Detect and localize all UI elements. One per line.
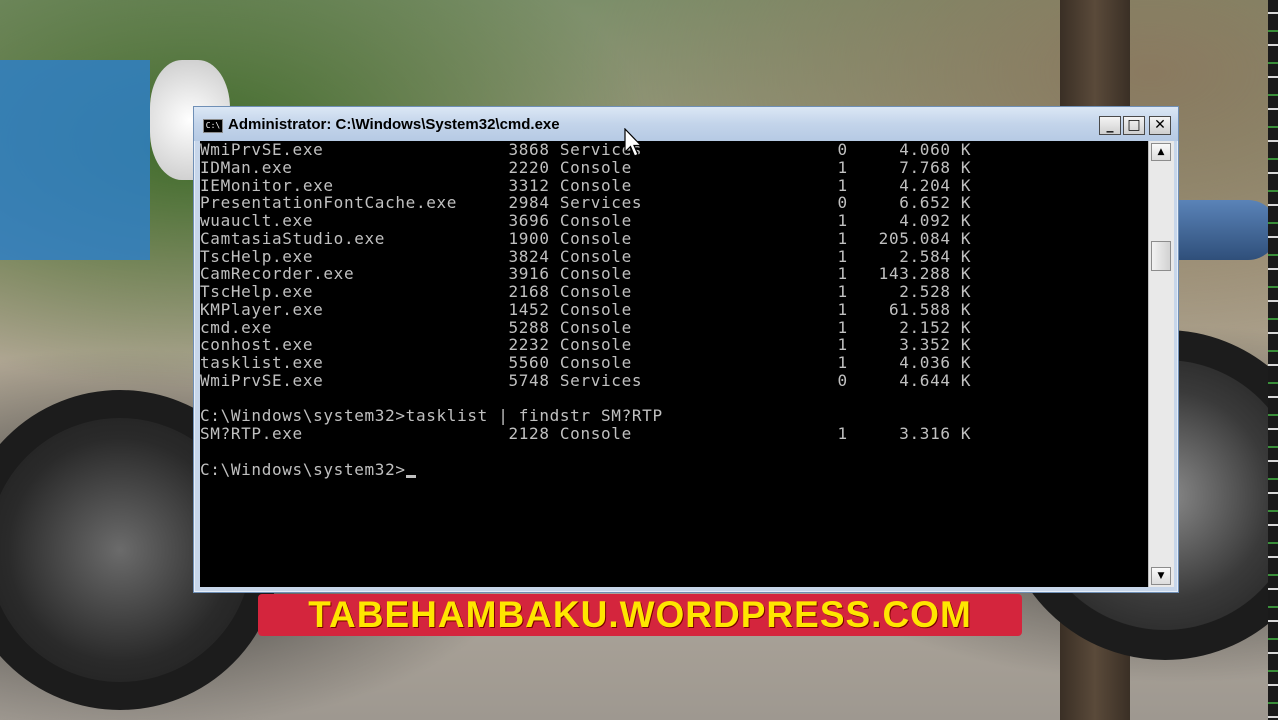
process-row: wuauclt.exe 3696 Console 1 4.092 K — [200, 211, 972, 230]
process-row: WmiPrvSE.exe 3868 Services 0 4.060 K — [200, 141, 972, 159]
edge-strip — [1268, 0, 1278, 720]
console-text: WmiPrvSE.exe 3868 Services 0 4.060 K IDM… — [200, 141, 971, 478]
watermark-banner: TABEHAMBAKU.WORDPRESS.COM — [258, 594, 1022, 636]
console-output[interactable]: WmiPrvSE.exe 3868 Services 0 4.060 K IDM… — [200, 141, 1148, 587]
process-row: CamtasiaStudio.exe 1900 Console 1 205.08… — [200, 228, 972, 248]
scroll-down-arrow-icon[interactable]: ▼ — [1151, 567, 1171, 585]
close-button[interactable]: ✕ — [1149, 116, 1171, 135]
process-row: IEMonitor.exe 3312 Console 1 4.204 K — [200, 175, 972, 195]
result-row: SM?RTP.exe 2128 Console 1 3.316 K — [200, 424, 972, 443]
cmd-app-icon[interactable]: C:\ — [203, 119, 223, 133]
command-line: C:\Windows\system32>tasklist | findstr S… — [200, 406, 663, 426]
process-row: tasklist.exe 5560 Console 1 4.036 K — [200, 353, 972, 372]
scroll-up-arrow-icon[interactable]: ▲ — [1151, 143, 1171, 161]
mouse-pointer-icon — [624, 128, 643, 157]
process-row: PresentationFontCache.exe 2984 Services … — [200, 193, 972, 213]
background-blue-wall — [0, 60, 150, 260]
command-prompt[interactable]: C:\Windows\system32> — [200, 460, 406, 479]
minimize-button[interactable]: _ — [1099, 116, 1121, 135]
title-bar[interactable]: C:\ Administrator: C:\Windows\System32\c… — [194, 107, 1178, 141]
scroll-thumb[interactable] — [1151, 241, 1171, 271]
text-cursor — [405, 474, 416, 478]
cmd-window[interactable]: C:\ Administrator: C:\Windows\System32\c… — [193, 106, 1179, 593]
process-row: cmd.exe 5288 Console 1 2.152 K — [200, 317, 972, 337]
process-row: TscHelp.exe 2168 Console 1 2.528 K — [200, 282, 972, 301]
maximize-button[interactable]: □ — [1123, 116, 1145, 135]
process-row: conhost.exe 2232 Console 1 3.352 K — [200, 335, 972, 355]
vertical-scrollbar[interactable]: ▲ ▼ — [1148, 141, 1174, 587]
process-row: IDMan.exe 2220 Console 1 7.768 K — [200, 157, 972, 177]
process-row: TscHelp.exe 3824 Console 1 2.584 K — [200, 246, 972, 266]
process-row: CamRecorder.exe 3916 Console 1 143.288 K — [200, 264, 972, 284]
process-row: KMPlayer.exe 1452 Console 1 61.588 K — [200, 299, 972, 319]
window-title: Administrator: C:\Windows\System32\cmd.e… — [228, 116, 560, 133]
process-row: WmiPrvSE.exe 5748 Services 0 4.644 K — [200, 370, 972, 390]
